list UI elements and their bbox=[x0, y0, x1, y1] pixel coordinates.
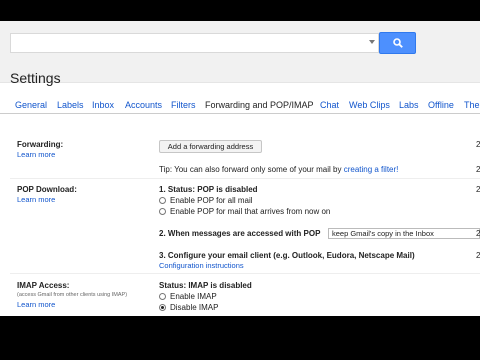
pop-all-mail-label: Enable POP for all mail bbox=[170, 196, 253, 205]
create-filter-link[interactable]: creating a filter! bbox=[344, 165, 399, 174]
edge-number: 2 bbox=[476, 251, 480, 260]
pop-new-mail-label: Enable POP for mail that arrives from no… bbox=[170, 207, 331, 216]
section-divider bbox=[10, 178, 480, 179]
edge-number: 2 bbox=[476, 229, 480, 238]
forwarding-tip-text: Tip: You can also forward only some of y… bbox=[159, 165, 342, 174]
tab-themes[interactable]: Themes bbox=[464, 100, 480, 110]
tab-general[interactable]: General bbox=[15, 100, 47, 110]
edge-number: 2 bbox=[476, 140, 480, 149]
tab-filters[interactable]: Filters bbox=[171, 100, 196, 110]
pop-new-mail-radio[interactable] bbox=[159, 208, 166, 215]
pop-action-select[interactable]: keep Gmail's copy in the Inbox bbox=[328, 228, 480, 239]
edge-number: 2 bbox=[476, 165, 480, 174]
letterbox-top bbox=[0, 0, 480, 21]
imap-note: (access Gmail from other clients using I… bbox=[17, 292, 128, 298]
pop-all-mail-text: Enable POP for all mail bbox=[170, 196, 253, 205]
search-icon bbox=[392, 38, 403, 48]
configuration-instructions-link[interactable]: Configuration instructions bbox=[159, 261, 244, 270]
pop-status: 1. Status: POP is disabled bbox=[159, 185, 258, 194]
pop-step2-label: 2. When messages are accessed with POP bbox=[159, 229, 321, 238]
forwarding-tip: Tip: You can also forward only some of y… bbox=[159, 165, 398, 174]
page-title: Settings bbox=[10, 70, 61, 86]
tab-labels[interactable]: Labels bbox=[57, 100, 84, 110]
search-options-caret[interactable] bbox=[369, 40, 375, 44]
imap-learn-more-link[interactable]: Learn more bbox=[17, 300, 55, 309]
tab-offline[interactable]: Offline bbox=[428, 100, 454, 110]
section-divider bbox=[10, 273, 480, 274]
tab-chat[interactable]: Chat bbox=[320, 100, 339, 110]
disable-imap-radio[interactable] bbox=[159, 304, 166, 311]
settings-tabs: General Labels Inbox Accounts Filters Fo… bbox=[0, 98, 480, 114]
tab-labs[interactable]: Labs bbox=[399, 100, 419, 110]
top-bar bbox=[0, 21, 480, 83]
letterbox-bottom bbox=[0, 316, 480, 360]
search-button[interactable] bbox=[379, 32, 416, 54]
pop-download-label: POP Download: bbox=[17, 185, 77, 194]
forwarding-label: Forwarding: bbox=[17, 140, 64, 149]
tab-web-clips[interactable]: Web Clips bbox=[349, 100, 390, 110]
enable-imap-radio[interactable] bbox=[159, 293, 166, 300]
tab-inbox[interactable]: Inbox bbox=[92, 100, 114, 110]
forwarding-learn-more-link[interactable]: Learn more bbox=[17, 150, 55, 159]
search-input[interactable] bbox=[10, 33, 379, 53]
tab-accounts[interactable]: Accounts bbox=[125, 100, 162, 110]
disable-imap-label: Disable IMAP bbox=[170, 303, 219, 312]
pop-step3-label: 3. Configure your email client (e.g. Out… bbox=[159, 251, 415, 260]
tab-forwarding-pop-imap[interactable]: Forwarding and POP/IMAP bbox=[205, 100, 314, 110]
imap-status: Status: IMAP is disabled bbox=[159, 281, 252, 290]
enable-imap-label: Enable IMAP bbox=[170, 292, 217, 301]
edge-number: 2 bbox=[476, 185, 480, 194]
pop-all-mail-radio[interactable] bbox=[159, 197, 166, 204]
pop-learn-more-link[interactable]: Learn more bbox=[17, 195, 55, 204]
imap-access-label: IMAP Access: bbox=[17, 281, 70, 290]
add-forwarding-address-button[interactable]: Add a forwarding address bbox=[159, 140, 262, 153]
